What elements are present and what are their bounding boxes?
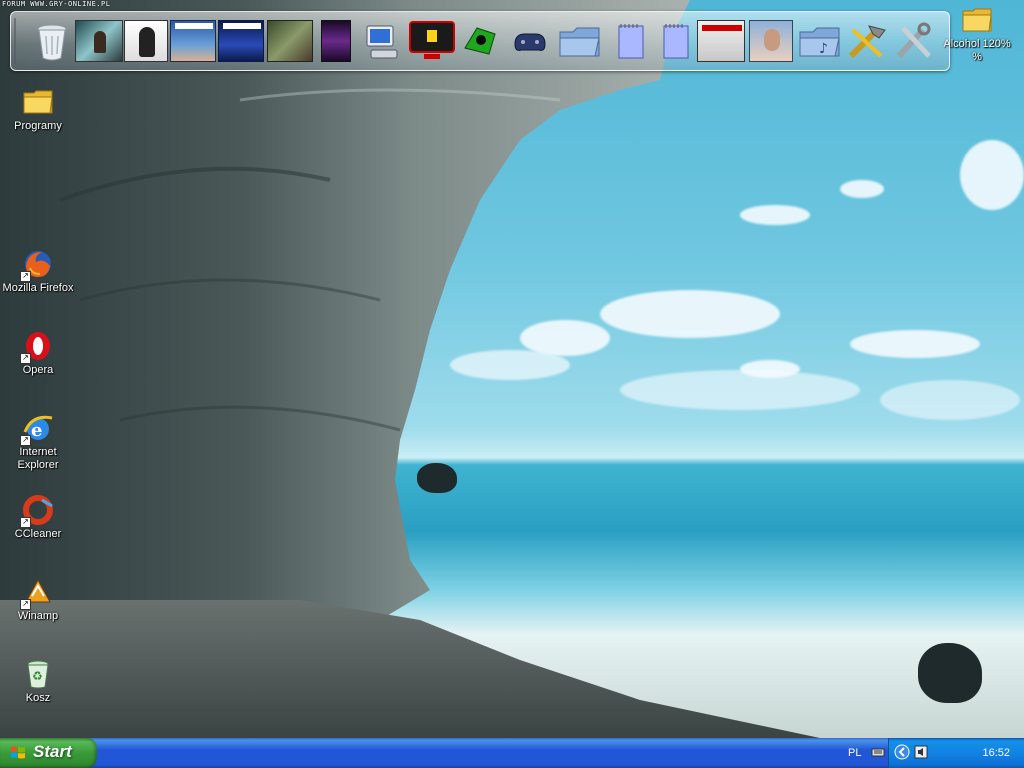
watermark-text: FORUM WWW.GRY-ONLINE.PL <box>2 0 111 8</box>
my-computer-icon <box>366 25 398 59</box>
dock-item-music-folder[interactable]: ♪ <box>797 20 840 62</box>
desktop-icon-ccleaner[interactable]: ↗ CCleaner <box>0 494 76 541</box>
desktop-icon-label: Opera <box>22 364 54 376</box>
desktop-icon-winamp[interactable]: ↗ Winamp <box>0 576 76 623</box>
shortcut-arrow-icon: ↗ <box>20 353 31 364</box>
shortcut-arrow-icon: ↗ <box>20 435 31 446</box>
desktop-icon-programy[interactable]: Programy <box>0 86 76 133</box>
dock-item-recycle-bin[interactable] <box>31 20 73 62</box>
music-folder-icon: ♪ <box>799 27 840 57</box>
start-button-label: Start <box>33 742 72 761</box>
language-indicator[interactable]: PL <box>848 747 861 759</box>
dock-item-notepad-1[interactable] <box>609 20 651 62</box>
ferrari-monitor-icon <box>409 21 455 59</box>
album-cover-bass-hunter-2-icon <box>223 23 261 29</box>
dock-item-ferrari-monitor[interactable] <box>409 20 455 62</box>
speaker-icon[interactable] <box>913 744 929 765</box>
gamepad-icon <box>514 33 546 51</box>
internet-explorer-icon: e ↗ <box>20 412 54 446</box>
album-cover-photo-icon <box>702 25 742 31</box>
ccleaner-icon: ↗ <box>20 494 54 528</box>
photo-thumbnail-2-icon <box>139 27 155 57</box>
dock-item-album-photo[interactable] <box>697 20 745 62</box>
windows-logo-icon <box>11 746 25 759</box>
dock-item-tools[interactable] <box>845 20 887 62</box>
dock-item-portrait[interactable] <box>749 20 793 62</box>
svg-text:e: e <box>31 420 42 441</box>
dock-item-media[interactable] <box>321 20 351 62</box>
system-tools-icon <box>896 22 931 59</box>
recycle-bin-icon <box>37 24 67 61</box>
photo-thumbnail-1-icon <box>94 31 106 53</box>
desktop-icon-label: CCleaner <box>14 528 62 540</box>
desktop-icon-label: Programy <box>14 120 62 132</box>
taskbar: Start PL 16:52 <box>0 738 1024 768</box>
dock-bar: ♪ <box>10 11 950 71</box>
desktop-icon-opera[interactable]: ↗ Opera <box>0 330 76 377</box>
desktop-icon-label: Kosz <box>25 692 51 704</box>
folder-icon <box>22 86 54 118</box>
desktop-icon-label: Mozilla Firefox <box>2 282 74 294</box>
wallpaper-rock <box>417 463 457 493</box>
shortcut-arrow-icon: ↗ <box>20 599 31 610</box>
dock-item-my-computer[interactable] <box>361 20 403 62</box>
dock-item-green-gadget[interactable] <box>459 20 501 62</box>
dock-item-notepad-2[interactable] <box>654 20 696 62</box>
svg-text:♻: ♻ <box>32 669 43 683</box>
folder-icon <box>961 4 993 36</box>
svg-text:♪: ♪ <box>819 41 828 57</box>
start-button[interactable]: Start <box>0 738 97 768</box>
firefox-icon: ↗ <box>20 248 54 282</box>
notepad-icon <box>618 24 644 59</box>
desktop-icon-label: Internet Explorer <box>17 446 59 471</box>
dock-item-photo-2[interactable] <box>124 20 168 62</box>
tools-icon <box>848 25 886 59</box>
opera-icon: ↗ <box>20 330 54 364</box>
desktop-icon-internet-explorer[interactable]: e ↗ Internet Explorer <box>0 412 76 472</box>
dock-item-folder[interactable] <box>557 20 600 62</box>
recycle-bin-icon: ♻ <box>22 658 54 690</box>
shortcut-arrow-icon: ↗ <box>20 517 31 528</box>
dock-item-gamepad[interactable] <box>509 20 551 62</box>
notepad-icon <box>663 24 689 59</box>
album-cover-bass-hunter-1-icon <box>175 23 213 29</box>
winamp-icon: ↗ <box>20 576 54 610</box>
folder-icon <box>559 27 600 57</box>
dock-item-game[interactable] <box>267 20 313 62</box>
desktop-icon-kosz[interactable]: ♻ Kosz <box>0 658 76 705</box>
wallpaper-cliff <box>0 0 820 738</box>
shortcut-arrow-icon: ↗ <box>20 271 31 282</box>
keyboard-icon[interactable] <box>871 745 885 764</box>
show-hidden-icons-button[interactable] <box>894 744 910 765</box>
dock-item-album-2[interactable] <box>218 20 264 62</box>
desktop-icon-label: Winamp <box>17 610 59 622</box>
green-gadget-icon <box>464 27 496 55</box>
dock-item-album-1[interactable] <box>170 20 216 62</box>
dock-item-system-tools[interactable] <box>893 20 935 62</box>
desktop-icon-firefox[interactable]: ↗ Mozilla Firefox <box>0 248 76 295</box>
desktop-wallpaper <box>0 0 1024 738</box>
clock[interactable]: 16:52 <box>982 747 1010 759</box>
wallpaper-rock <box>918 643 982 703</box>
portrait-photo-icon <box>764 29 780 51</box>
dock-separator <box>14 18 16 64</box>
dock-item-photo-1[interactable] <box>75 20 123 62</box>
system-tray: PL 16:52 <box>848 738 1024 768</box>
